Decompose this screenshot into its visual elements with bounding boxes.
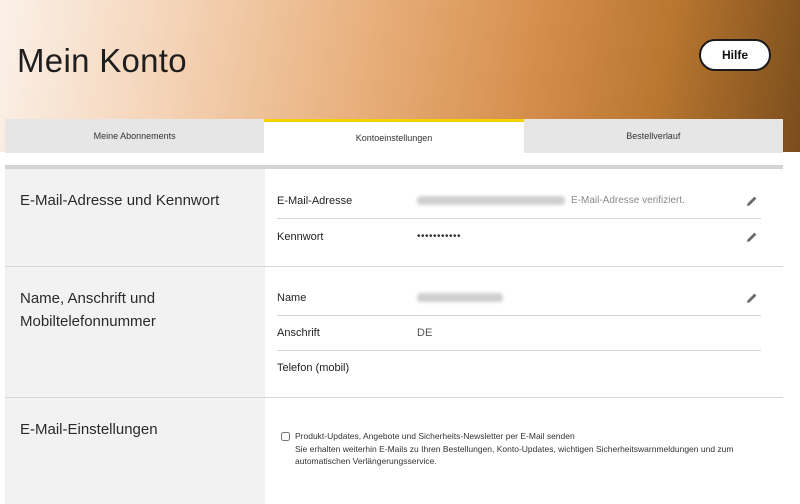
section-label-panel: E-Mail-Adresse und Kennwort: [5, 169, 265, 266]
password-label: Kennwort: [277, 230, 324, 243]
email-label: E-Mail-Adresse: [277, 194, 353, 207]
password-value: •••••••••••: [417, 231, 462, 242]
section-title-email-password: E-Mail-Adresse und Kennwort: [20, 192, 220, 209]
tab-subscriptions[interactable]: Meine Abonnements: [5, 119, 265, 153]
account-tabs: Meine Abonnements Kontoeinstellungen Bes…: [5, 119, 783, 153]
section-title-email-settings: E-Mail-Einstellungen: [20, 421, 158, 438]
email-verified-status: E-Mail-Adresse verifiziert.: [571, 195, 685, 206]
tab-order-history[interactable]: Bestellverlauf: [523, 119, 783, 153]
address-row: Anschrift DE: [277, 315, 761, 351]
section-label-panel: E-Mail-Einstellungen: [5, 398, 265, 504]
name-label: Name: [277, 291, 307, 304]
name-value: [417, 280, 509, 315]
section-title-name-address-line1: Name, Anschrift und: [20, 290, 156, 307]
name-row: Name: [277, 280, 761, 316]
edit-password-button[interactable]: [745, 219, 759, 254]
page-title: Mein Konto: [17, 42, 187, 79]
address-label: Anschrift: [277, 326, 320, 339]
name-redacted: [417, 293, 503, 302]
email-value: E-Mail-Adresse verifiziert.: [417, 183, 685, 218]
pencil-icon: [747, 293, 757, 303]
section-title-name-address-line2: Mobiltelefonnummer: [20, 313, 156, 330]
newsletter-option: Produkt-Updates, Angebote und Sicherheit…: [281, 430, 761, 468]
newsletter-checkbox[interactable]: [281, 432, 290, 441]
newsletter-note-line2: automatischen Verlängerungsservice.: [295, 456, 437, 466]
email-redacted: [417, 196, 565, 205]
pencil-icon: [747, 196, 757, 206]
phone-row: Telefon (mobil): [277, 350, 761, 385]
newsletter-label[interactable]: Produkt-Updates, Angebote und Sicherheit…: [295, 430, 761, 443]
edit-email-button[interactable]: [745, 183, 759, 218]
tab-account-settings[interactable]: Kontoeinstellungen: [264, 119, 524, 153]
address-value: DE: [417, 326, 433, 339]
password-row: Kennwort •••••••••••: [277, 219, 761, 254]
pencil-icon: [747, 232, 757, 242]
newsletter-note-line1: Sie erhalten weiterhin E-Mails zu Ihren …: [295, 443, 734, 454]
edit-name-button[interactable]: [745, 280, 759, 315]
help-button[interactable]: Hilfe: [699, 39, 771, 71]
section-label-panel: Name, Anschrift und Mobiltelefonnummer: [5, 267, 265, 397]
phone-label: Telefon (mobil): [277, 361, 350, 374]
email-row: E-Mail-Adresse E-Mail-Adresse verifizier…: [277, 183, 761, 219]
